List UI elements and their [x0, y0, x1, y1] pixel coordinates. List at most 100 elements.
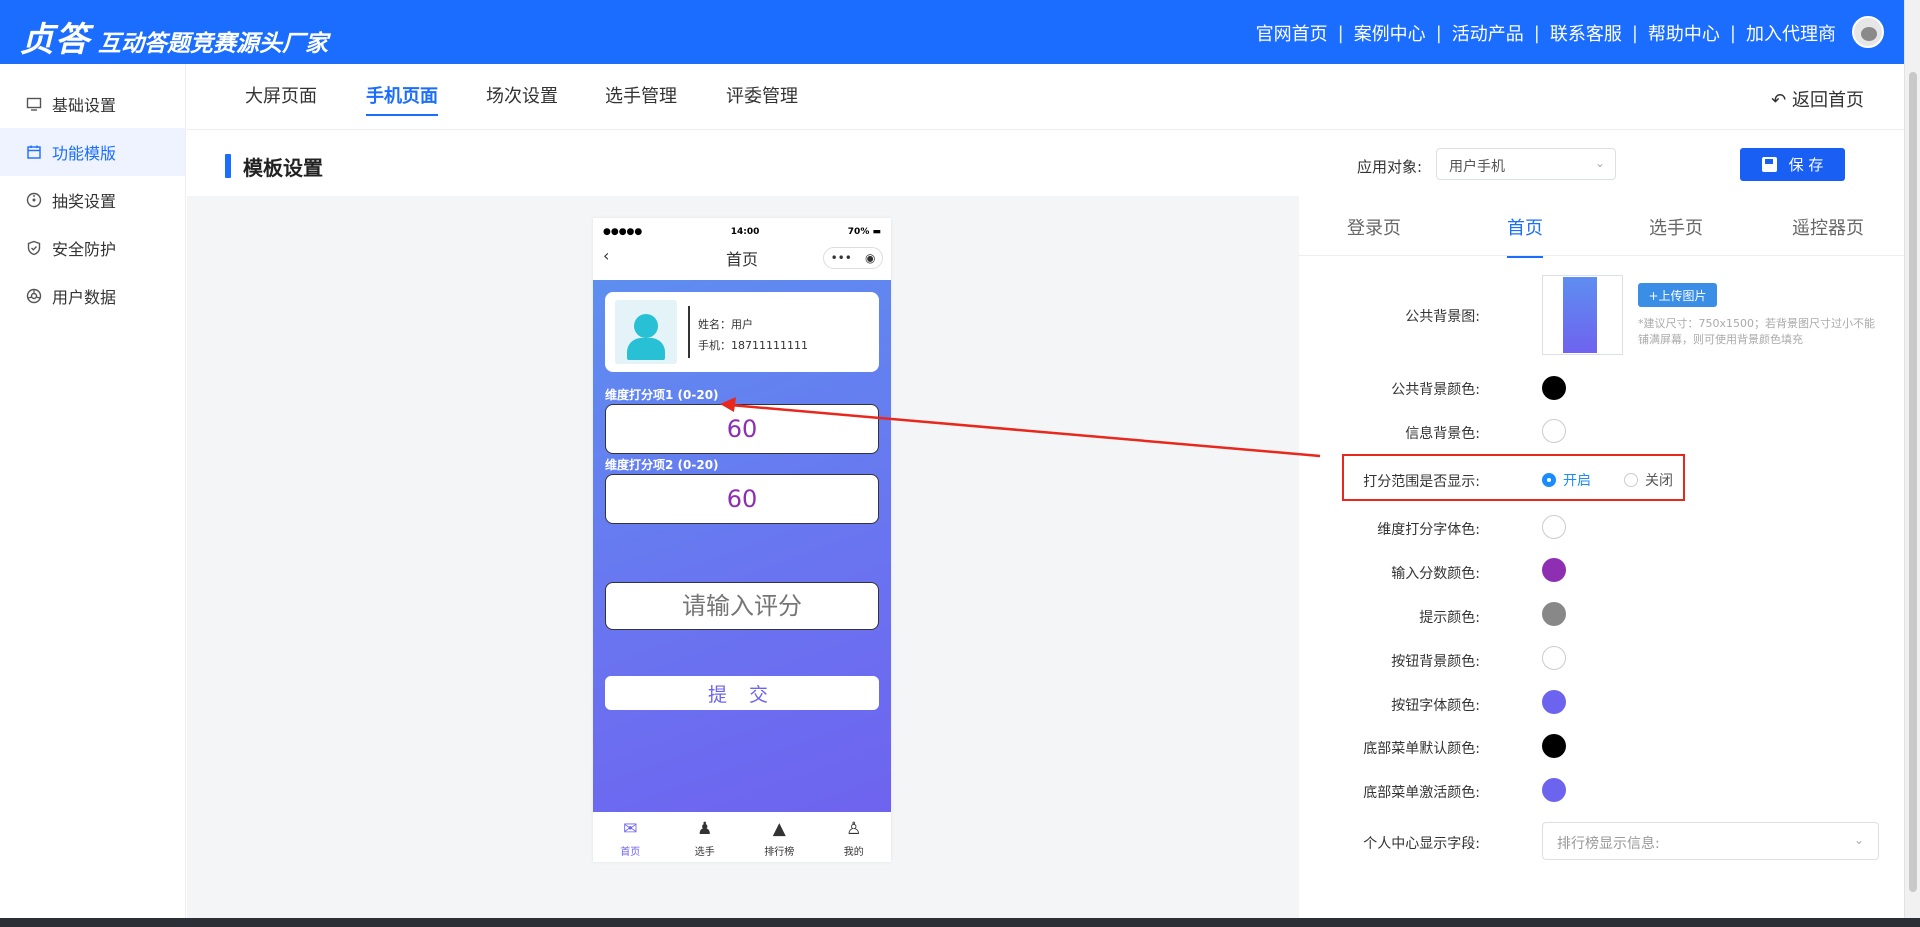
phone-tab-label: 我的 [843, 847, 864, 858]
input-score-color-swatch[interactable] [1542, 558, 1566, 582]
tab-mobile-page[interactable]: 手机页面 [366, 82, 438, 116]
profile-field-label: 个人中心显示字段: [1363, 836, 1480, 852]
btn-font-color-swatch[interactable] [1542, 690, 1566, 714]
nav-join-agent[interactable]: 加入代理商 [1746, 20, 1836, 46]
nav-separator: | [1337, 22, 1344, 44]
tab-remote-page[interactable]: 遥控器页 [1792, 214, 1864, 256]
monitor-icon [26, 96, 42, 112]
dial-icon [26, 192, 42, 208]
more-icon[interactable]: ••• [831, 251, 852, 265]
upload-hint: *建议尺寸：750x1500；若背景图尺寸过小不能铺满屏幕，则可使用背景颜色填充 [1638, 317, 1875, 346]
menu-default-color-label: 底部菜单默认颜色: [1363, 741, 1480, 757]
bg-color-swatch[interactable] [1542, 376, 1566, 400]
brand-slogan: 互动答题竞赛源头厂家 [98, 31, 328, 57]
info-bg-swatch[interactable] [1542, 419, 1566, 443]
nav-activity-products[interactable]: 活动产品 [1452, 20, 1524, 46]
save-button[interactable]: 保 存 [1740, 148, 1845, 181]
menu-active-color-label: 底部菜单激活颜色: [1363, 785, 1480, 801]
user-avatar[interactable] [1852, 16, 1884, 48]
submit-button[interactable]: 提 交 [605, 676, 879, 710]
sidebar-item-lottery-settings[interactable]: 抽奖设置 [0, 176, 185, 224]
tab-big-screen[interactable]: 大屏页面 [245, 82, 317, 114]
radio-off[interactable]: 关闭 [1624, 470, 1673, 490]
profile-field-select[interactable]: 排行榜显示信息: ⌄ [1542, 822, 1879, 860]
tab-session-settings[interactable]: 场次设置 [486, 82, 558, 114]
nav-contact-support[interactable]: 联系客服 [1550, 20, 1622, 46]
page-title: 模板设置 [225, 152, 323, 181]
profile-phone: 手机：18711111111 [698, 339, 808, 352]
brand-logo: 贞答 [20, 20, 90, 60]
nav-separator: | [1435, 22, 1442, 44]
top-nav: 官网首页 | 案例中心 | 活动产品 | 联系客服 | 帮助中心 | 加入代理商 [1256, 20, 1836, 46]
nav-official-home[interactable]: 官网首页 [1256, 20, 1328, 46]
chart-icon: ▲ [772, 819, 786, 839]
template-page-tabs: 登录页 首页 选手页 遥控器页 [1299, 196, 1904, 258]
nav-separator: | [1729, 22, 1736, 44]
close-icon[interactable]: ◉ [865, 251, 875, 265]
dimension-2-label: 维度打分项2 (0-20) [605, 458, 719, 472]
dim-font-color-swatch[interactable] [1542, 515, 1566, 539]
back-home-label: 返回首页 [1792, 90, 1864, 111]
aperture-icon [26, 288, 42, 304]
range-display-label: 打分范围是否显示: [1363, 474, 1480, 490]
btn-bg-color-swatch[interactable] [1542, 646, 1566, 670]
phone-nav-bar: ‹ 首页 ••• ◉ [593, 246, 891, 272]
sidebar-item-label: 基础设置 [52, 96, 117, 115]
profile-card: 姓名：用户 手机：18711111111 [605, 292, 879, 372]
profile-name: 姓名：用户 [698, 318, 753, 331]
dimension-1-score[interactable]: 60 [605, 404, 879, 454]
shield-icon [26, 240, 42, 256]
taskbar [0, 918, 1920, 927]
phone-tab-contestant[interactable]: ♟ 选手 [668, 812, 743, 862]
info-bg-label: 信息背景色: [1405, 426, 1480, 442]
bg-image-thumbnail[interactable] [1542, 275, 1623, 355]
sidebar-item-security[interactable]: 安全防护 [0, 224, 185, 272]
dimension-1-label: 维度打分项1 (0-20) [605, 388, 719, 402]
bg-color-label: 公共背景颜色: [1391, 382, 1480, 398]
signal-icon: ●●●●● [603, 227, 643, 237]
sidebar-item-basic-settings[interactable]: 基础设置 [0, 80, 185, 128]
upload-image-button[interactable]: +上传图片 [1638, 283, 1717, 307]
apply-target-select[interactable]: 用户手机 ⌄ [1436, 148, 1616, 180]
phone-preview: ●●●●● 14:00 70% ▬ ‹ 首页 ••• ◉ 姓名：用户 手机：18… [593, 218, 891, 862]
sidebar: 基础设置 功能模版 抽奖设置 安全防护 用户数据 [0, 64, 186, 918]
menu-default-color-swatch[interactable] [1542, 734, 1566, 758]
save-label: 保 存 [1788, 156, 1824, 174]
nav-help-center[interactable]: 帮助中心 [1648, 20, 1720, 46]
mail-icon: ✉ [623, 819, 638, 839]
user-avatar-icon [615, 300, 677, 364]
sidebar-item-function-template[interactable]: 功能模版 [0, 128, 185, 176]
chevron-down-icon: ⌄ [1594, 156, 1605, 170]
hint-color-swatch[interactable] [1542, 602, 1566, 626]
tab-contestant-page[interactable]: 选手页 [1649, 214, 1703, 256]
phone-tab-bar: ✉ 首页 ♟ 选手 ▲ 排行榜 ♙ 我的 [593, 812, 891, 862]
back-home-button[interactable]: ↶ 返回首页 [1771, 86, 1864, 112]
sidebar-item-user-data[interactable]: 用户数据 [0, 272, 185, 320]
battery-icon: 70% ▬ [847, 227, 881, 237]
sidebar-item-label: 抽奖设置 [52, 192, 117, 211]
tab-judge-management[interactable]: 评委管理 [726, 82, 798, 114]
radio-on[interactable]: 开启 [1542, 470, 1591, 490]
nav-separator: | [1631, 22, 1638, 44]
nav-case-center[interactable]: 案例中心 [1354, 20, 1426, 46]
brand[interactable]: 贞答 互动答题竞赛源头厂家 [20, 12, 328, 61]
dimension-2-score[interactable]: 60 [605, 474, 879, 524]
menu-active-color-swatch[interactable] [1542, 778, 1566, 802]
phone-tab-label: 排行榜 [764, 847, 795, 858]
tab-contestant-management[interactable]: 选手管理 [605, 82, 677, 114]
radio-on-label: 开启 [1563, 473, 1591, 489]
phone-tab-ranking[interactable]: ▲ 排行榜 [742, 812, 817, 862]
score-input[interactable] [605, 582, 879, 630]
tab-home-page[interactable]: 首页 [1507, 214, 1543, 258]
phone-tab-mine[interactable]: ♙ 我的 [817, 812, 892, 862]
phone-tab-home[interactable]: ✉ 首页 [593, 812, 668, 862]
vertical-scrollbar[interactable] [1904, 0, 1920, 927]
back-icon: ↶ [1771, 90, 1787, 111]
tab-login-page[interactable]: 登录页 [1347, 214, 1401, 256]
sidebar-item-label: 安全防护 [52, 240, 117, 259]
sidebar-item-label: 用户数据 [52, 288, 117, 307]
phone-status-bar: ●●●●● 14:00 70% ▬ [593, 218, 891, 246]
mini-program-capsule[interactable]: ••• ◉ [823, 247, 883, 269]
phone-content: 姓名：用户 手机：18711111111 维度打分项1 (0-20) 60 维度… [593, 280, 891, 812]
back-arrow-icon[interactable]: ‹ [603, 246, 609, 265]
